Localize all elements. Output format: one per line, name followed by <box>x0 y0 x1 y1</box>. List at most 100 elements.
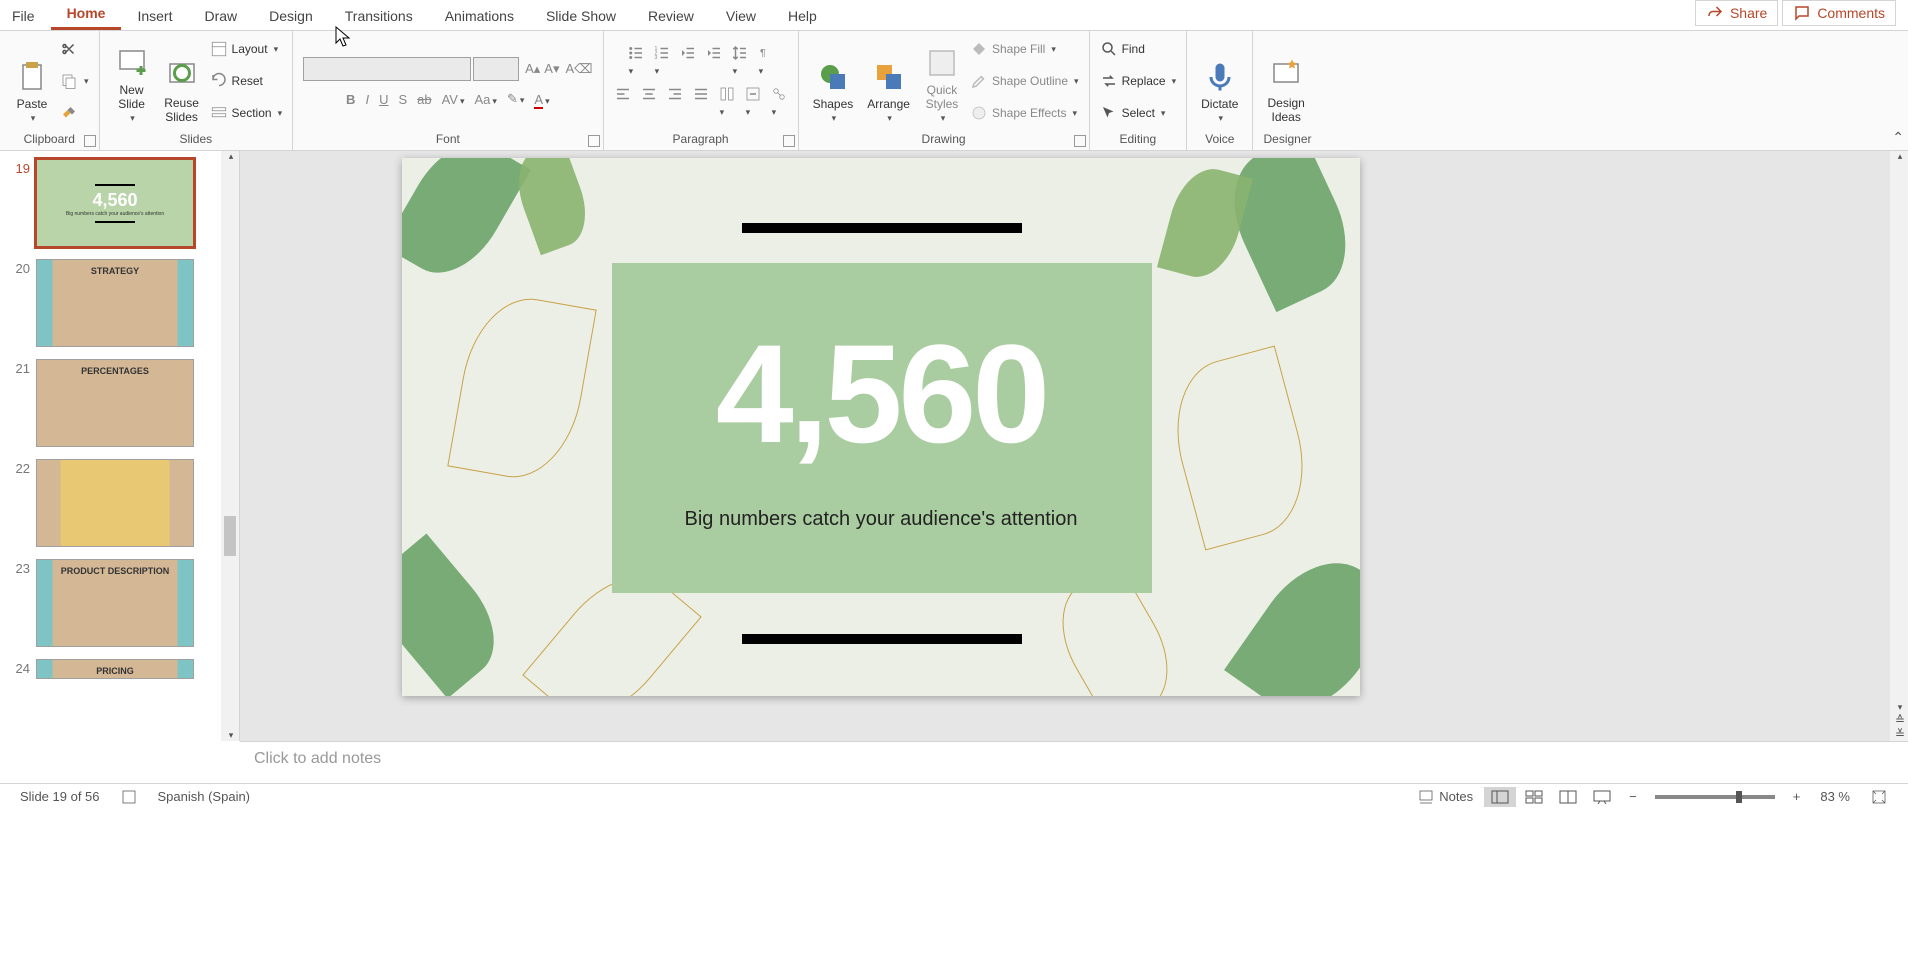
zoom-slider-thumb[interactable] <box>1736 791 1742 803</box>
thumb-number: 24 <box>6 659 30 676</box>
tab-home[interactable]: Home <box>51 1 122 30</box>
reuse-slides-button[interactable]: Reuse Slides <box>160 38 204 124</box>
tab-help[interactable]: Help <box>772 4 833 30</box>
highlight-button[interactable]: ✎▾ <box>507 91 524 107</box>
normal-view-button[interactable] <box>1484 787 1516 807</box>
numbering-button[interactable]: 123▾ <box>653 44 671 77</box>
slide-thumbnail-21[interactable]: PERCENTAGES <box>36 359 194 447</box>
paste-button[interactable]: Paste▾ <box>10 38 54 124</box>
scroll-up-icon[interactable]: ▴ <box>229 151 234 162</box>
clear-format-button[interactable]: A⌫ <box>566 61 593 77</box>
changecase-button[interactable]: Aa▾ <box>475 92 497 107</box>
arrange-button[interactable]: Arrange▾ <box>863 38 914 124</box>
copy-button[interactable]: ▾ <box>60 67 89 95</box>
linespacing-button[interactable]: ▾ <box>731 44 749 77</box>
tab-animations[interactable]: Animations <box>429 4 530 30</box>
section-button[interactable]: Section▾ <box>210 99 283 127</box>
bold-button[interactable]: B <box>346 92 355 107</box>
prev-slide-icon[interactable]: ≙ <box>1895 713 1905 727</box>
next-slide-icon[interactable]: ≚ <box>1895 727 1905 741</box>
find-button[interactable]: Find <box>1100 35 1177 63</box>
scroll-down-icon[interactable]: ▾ <box>1898 702 1903 713</box>
reading-view-button[interactable] <box>1552 787 1584 807</box>
align-right-button[interactable] <box>666 85 684 118</box>
accessibility-button[interactable] <box>110 788 148 806</box>
dialog-launcher[interactable] <box>1074 135 1086 147</box>
aligntext-button[interactable]: ▾ <box>744 85 762 118</box>
tab-draw[interactable]: Draw <box>188 4 253 30</box>
language-button[interactable]: Spanish (Spain) <box>148 789 261 804</box>
smartart-button[interactable]: ▾ <box>770 85 788 118</box>
slide-thumbnail-23[interactable]: PRODUCT DESCRIPTION <box>36 559 194 647</box>
dialog-launcher[interactable] <box>588 135 600 147</box>
scroll-thumb[interactable] <box>224 516 236 556</box>
cut-button[interactable] <box>60 35 89 63</box>
fontcolor-button[interactable]: A▾ <box>534 92 549 107</box>
strike-button[interactable]: ab <box>417 92 431 107</box>
grow-font-button[interactable]: A▴ <box>525 61 540 77</box>
replace-button[interactable]: Replace▾ <box>1100 67 1177 95</box>
design-ideas-button[interactable]: Design Ideas <box>1263 38 1308 124</box>
share-button[interactable]: Share <box>1695 0 1778 26</box>
zoom-out-button[interactable]: − <box>1619 789 1647 804</box>
thumbnails-scrollbar[interactable]: ▴ ▾ <box>221 151 239 741</box>
slide-canvas-area[interactable]: 4,560 Big numbers catch your audience's … <box>240 151 1908 741</box>
tab-file[interactable]: File <box>8 4 51 30</box>
shadow-button[interactable]: S <box>398 92 407 107</box>
align-left-button[interactable] <box>614 85 632 118</box>
zoom-slider[interactable] <box>1655 795 1775 799</box>
zoom-in-button[interactable]: + <box>1783 789 1811 804</box>
quickstyles-button[interactable]: Quick Styles▾ <box>920 38 964 124</box>
new-slide-button[interactable]: New Slide▾ <box>110 38 154 124</box>
thumb-number: 21 <box>6 359 30 376</box>
shape-fill-button[interactable]: Shape Fill▾ <box>970 35 1079 63</box>
select-button[interactable]: Select▾ <box>1100 99 1177 127</box>
tab-design[interactable]: Design <box>253 4 329 30</box>
slide-thumbnail-24[interactable]: PRICING <box>36 659 194 679</box>
tab-view[interactable]: View <box>710 4 772 30</box>
textdirection-button[interactable]: ¶▾ <box>757 44 775 77</box>
dialog-launcher[interactable] <box>783 135 795 147</box>
slide-thumbnail-20[interactable]: STRATEGY <box>36 259 194 347</box>
indent-button[interactable] <box>705 44 723 77</box>
charspacing-button[interactable]: AV▾ <box>442 92 465 107</box>
tab-review[interactable]: Review <box>632 4 710 30</box>
columns-button[interactable]: ▾ <box>718 85 736 118</box>
dictate-button[interactable]: Dictate▾ <box>1197 38 1242 124</box>
notes-toggle[interactable]: Notes <box>1407 788 1483 806</box>
slideshow-view-button[interactable] <box>1586 787 1618 807</box>
shrink-font-button[interactable]: A▾ <box>544 61 559 77</box>
justify-button[interactable] <box>692 85 710 118</box>
layout-button[interactable]: Layout▾ <box>210 35 283 63</box>
reset-button[interactable]: Reset <box>210 67 283 95</box>
canvas-scrollbar[interactable]: ▴ ▾ ≙ ≚ <box>1890 151 1908 741</box>
dialog-launcher[interactable] <box>84 135 96 147</box>
font-size-combo[interactable] <box>473 57 519 81</box>
slide-thumbnail-19[interactable]: 4,560Big numbers catch your audience's a… <box>36 159 194 247</box>
bullets-button[interactable]: ▾ <box>627 44 645 77</box>
notes-pane[interactable]: Click to add notes <box>240 741 1908 783</box>
italic-button[interactable]: I <box>365 92 369 107</box>
zoom-level[interactable]: 83 % <box>1810 789 1860 804</box>
scroll-down-icon[interactable]: ▾ <box>229 730 234 741</box>
align-center-button[interactable] <box>640 85 658 118</box>
slide-canvas[interactable]: 4,560 Big numbers catch your audience's … <box>402 158 1360 696</box>
shape-outline-button[interactable]: Shape Outline▾ <box>970 67 1079 95</box>
outdent-button[interactable] <box>679 44 697 77</box>
collapse-ribbon-button[interactable]: ⌃ <box>1892 129 1904 146</box>
fit-window-button[interactable] <box>1860 788 1898 806</box>
shape-effects-button[interactable]: Shape Effects▾ <box>970 99 1079 127</box>
font-family-combo[interactable] <box>303 57 471 81</box>
tab-insert[interactable]: Insert <box>121 4 188 30</box>
comments-button[interactable]: Comments <box>1782 0 1896 26</box>
shapes-button[interactable]: Shapes▾ <box>809 38 858 124</box>
format-painter-button[interactable] <box>60 99 89 127</box>
thumb-number: 22 <box>6 459 30 476</box>
sorter-view-button[interactable] <box>1518 787 1550 807</box>
underline-button[interactable]: U <box>379 92 388 107</box>
tab-slideshow[interactable]: Slide Show <box>530 4 632 30</box>
slide-thumbnail-22[interactable] <box>36 459 194 547</box>
scroll-up-icon[interactable]: ▴ <box>1898 151 1903 162</box>
slide-indicator[interactable]: Slide 19 of 56 <box>10 789 110 804</box>
tab-transitions[interactable]: Transitions <box>329 4 429 30</box>
